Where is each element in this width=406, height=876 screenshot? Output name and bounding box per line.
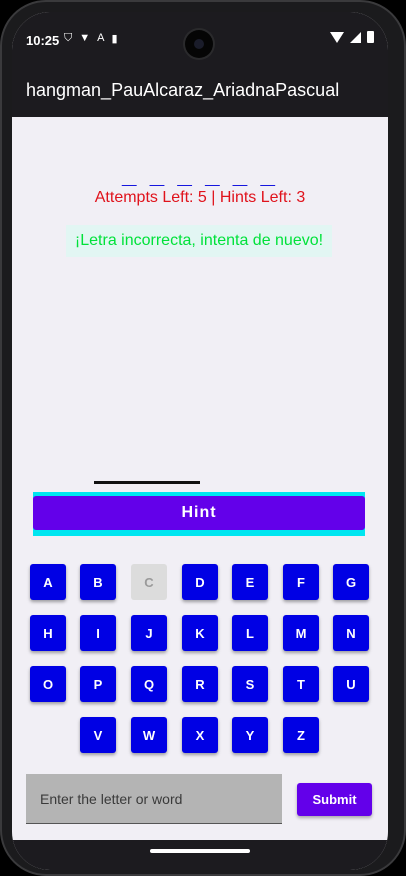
attempts-hints-text: Attempts Left: 5 | Hints Left: 3	[94, 189, 306, 206]
key-b[interactable]: B	[80, 564, 116, 600]
front-camera	[185, 30, 213, 58]
key-w[interactable]: W	[131, 717, 167, 753]
play-protect-icon: ▼	[79, 32, 91, 44]
word-display: _ _ _ _ _ _	[122, 159, 278, 189]
wifi-icon	[330, 31, 344, 43]
key-f[interactable]: F	[283, 564, 319, 600]
key-j[interactable]: J	[131, 615, 167, 651]
key-n[interactable]: N	[333, 615, 369, 651]
screen: 10:25 ⛉ ▼ A ▮ hangman_PauAlcaraz_Ariadna…	[12, 12, 388, 870]
key-v[interactable]: V	[80, 717, 116, 753]
key-z[interactable]: Z	[283, 717, 319, 753]
key-c[interactable]: C	[131, 564, 167, 600]
font-icon: A	[97, 32, 105, 44]
signal-icon	[350, 31, 361, 43]
shield-icon: ⛉	[64, 32, 73, 44]
key-l[interactable]: L	[232, 615, 268, 651]
feedback-message: ¡Letra incorrecta, intenta de nuevo!	[66, 225, 332, 257]
battery-icon	[367, 31, 374, 43]
key-m[interactable]: M	[283, 615, 319, 651]
hangman-base-line	[94, 481, 200, 484]
key-y[interactable]: Y	[232, 717, 268, 753]
key-u[interactable]: U	[333, 666, 369, 702]
status-icons-right	[330, 31, 374, 43]
key-e[interactable]: E	[232, 564, 268, 600]
key-p[interactable]: P	[80, 666, 116, 702]
key-g[interactable]: G	[333, 564, 369, 600]
key-x[interactable]: X	[182, 717, 218, 753]
key-h[interactable]: H	[30, 615, 66, 651]
status-time: 10:25	[26, 33, 60, 48]
guess-input[interactable]	[26, 774, 282, 823]
phone-frame: 10:25 ⛉ ▼ A ▮ hangman_PauAlcaraz_Ariadna…	[0, 0, 406, 876]
hint-button[interactable]: Hint	[33, 496, 365, 530]
key-r[interactable]: R	[182, 666, 218, 702]
key-t[interactable]: T	[283, 666, 319, 702]
sd-card-icon: ▮	[111, 33, 118, 45]
key-a[interactable]: A	[30, 564, 66, 600]
app-title: hangman_PauAlcaraz_AriadnaPascual	[26, 80, 340, 100]
key-s[interactable]: S	[232, 666, 268, 702]
key-q[interactable]: Q	[131, 666, 167, 702]
status-bar: 10:25 ⛉ ▼ A ▮	[12, 12, 388, 60]
key-o[interactable]: O	[30, 666, 66, 702]
submit-button[interactable]: Submit	[297, 783, 372, 816]
home-gesture-handle[interactable]	[150, 849, 250, 853]
guess-input-field[interactable]	[26, 774, 282, 824]
navigation-bar	[12, 840, 388, 870]
key-i[interactable]: I	[80, 615, 116, 651]
key-k[interactable]: K	[182, 615, 218, 651]
status-icons-left: ⛉ ▼ A ▮	[64, 32, 118, 45]
hint-button-frame: Hint	[33, 492, 365, 536]
key-d[interactable]: D	[182, 564, 218, 600]
app-bar: hangman_PauAlcaraz_AriadnaPascual	[12, 60, 388, 117]
